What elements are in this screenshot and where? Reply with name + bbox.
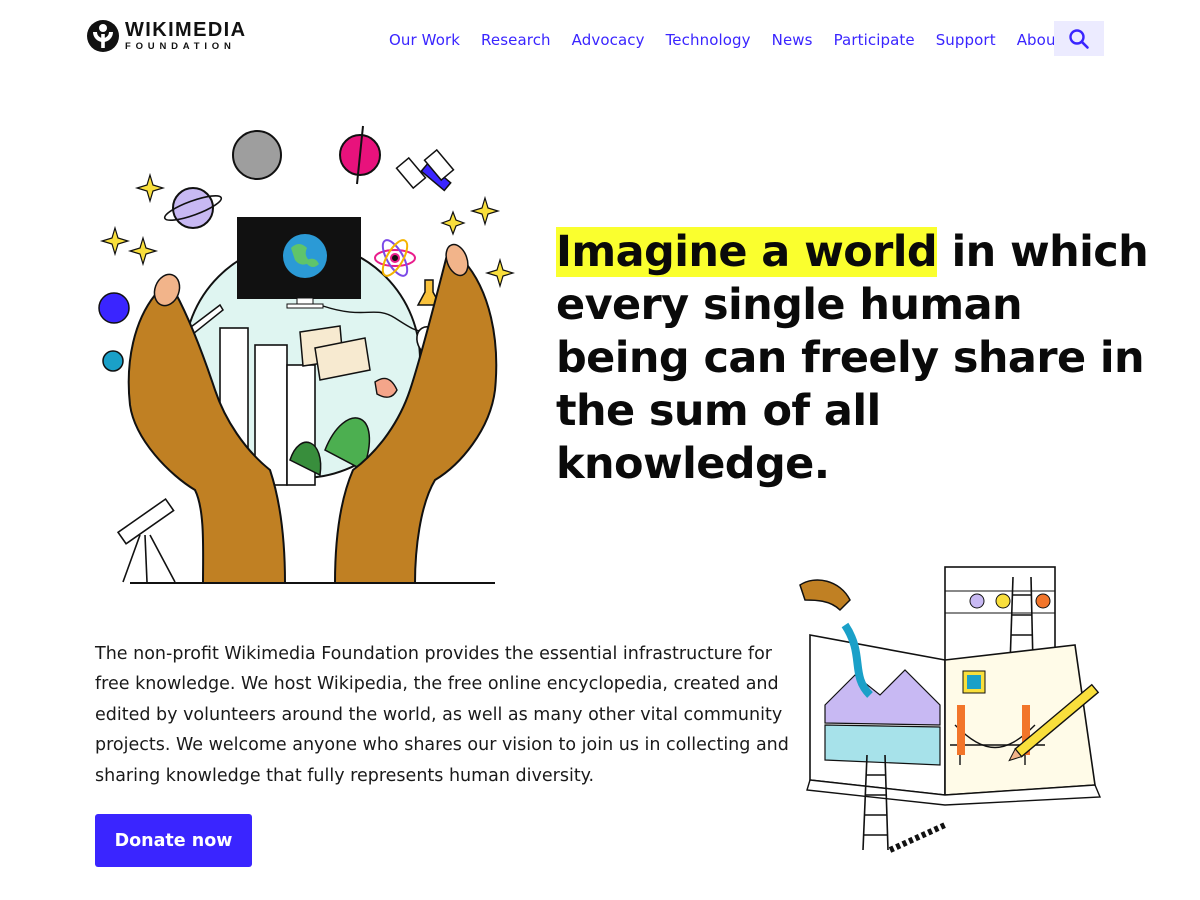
site-header: WIKIMEDIA FOUNDATION Our Work Research A… xyxy=(0,0,1200,80)
search-icon xyxy=(1069,28,1089,49)
search-button[interactable] xyxy=(1054,21,1104,56)
hands-globe-illustration xyxy=(98,125,515,584)
nav-advocacy[interactable]: Advocacy xyxy=(572,31,645,49)
hero-headline: Imagine a world in which every single hu… xyxy=(556,226,1156,491)
headline-highlight: Imagine a world xyxy=(556,227,938,277)
moon-icon xyxy=(232,130,282,180)
telescope-icon xyxy=(116,497,176,583)
nav-our-work[interactable]: Our Work xyxy=(389,31,460,49)
wikimedia-logo[interactable]: WIKIMEDIA FOUNDATION xyxy=(86,19,246,53)
donate-button[interactable]: Donate now xyxy=(95,814,252,867)
nav-technology[interactable]: Technology xyxy=(666,31,751,49)
logo-subtitle: FOUNDATION xyxy=(125,41,236,53)
main-nav: Our Work Research Advocacy Technology Ne… xyxy=(389,31,1083,49)
nav-research[interactable]: Research xyxy=(481,31,551,49)
wikimedia-logo-icon xyxy=(87,20,119,52)
nav-participate[interactable]: Participate xyxy=(834,31,915,49)
nav-support[interactable]: Support xyxy=(936,31,996,49)
logo-title: WIKIMEDIA xyxy=(125,19,247,42)
open-book-illustration xyxy=(799,566,1102,853)
monitor-icon xyxy=(237,217,361,309)
nav-news[interactable]: News xyxy=(772,31,813,49)
intro-paragraph: The non-profit Wikimedia Foundation prov… xyxy=(95,644,789,786)
